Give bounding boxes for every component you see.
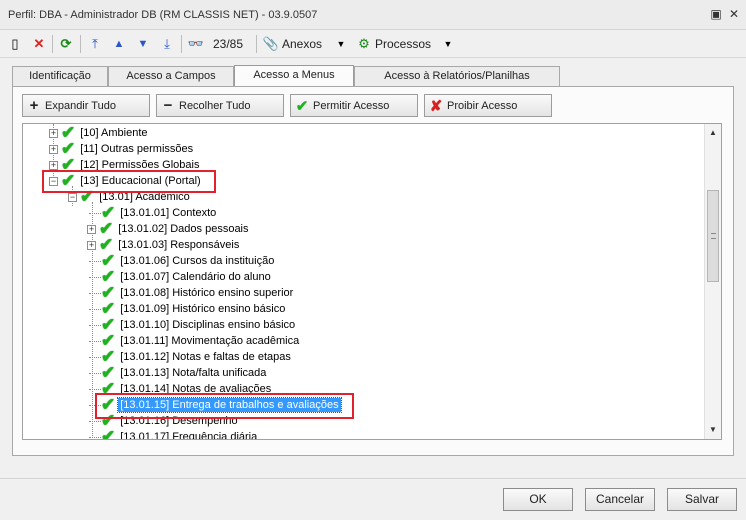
- footer-separator: [0, 478, 746, 479]
- expand-icon[interactable]: +: [49, 144, 58, 154]
- collapse-all-button[interactable]: − Recolher Tudo: [156, 94, 284, 117]
- tree-node-label: [13.01.13] Nota/falta unificada: [120, 367, 267, 379]
- highlight-box: [95, 393, 354, 419]
- deny-access-label: Proibir Acesso: [447, 99, 518, 112]
- tree-connector: [89, 260, 101, 262]
- tree-node[interactable]: ✔ [13.01.06] Cursos da instituição: [89, 252, 276, 269]
- tree-connector: [89, 276, 101, 278]
- tab-acesso-relatorios[interactable]: Acesso à Relatórios/Planilhas: [354, 66, 560, 86]
- tree-node-label: [13.01.11] Movimentação acadêmica: [120, 335, 300, 347]
- tree-node-label: [13.01.07] Calendário do aluno: [120, 271, 271, 283]
- tree-connector: [89, 308, 101, 310]
- tree-node-label: [13.01.08] Histórico ensino superior: [120, 287, 294, 299]
- tree-connector: [89, 436, 101, 438]
- anexos-dropdown-icon[interactable]: ▼: [334, 34, 348, 54]
- tree-node[interactable]: ✔ [13.01.13] Nota/falta unificada: [89, 364, 268, 381]
- deny-access-button[interactable]: ✘ Proibir Acesso: [424, 94, 552, 117]
- check-icon[interactable]: ✔: [101, 428, 115, 439]
- tree-node-label: [10] Ambiente: [80, 127, 148, 139]
- check-icon: ✔: [295, 97, 309, 115]
- tree-node-label: [13.01.10] Disciplinas ensino básico: [120, 319, 296, 331]
- paperclip-icon: 📎: [262, 36, 280, 51]
- scroll-up-icon[interactable]: ▲: [705, 125, 721, 141]
- tree-connector: [89, 292, 101, 294]
- tree-node-label: [13.01.02] Dados pessoais: [118, 223, 249, 235]
- tree-node[interactable]: ✔ [13.01.11] Movimentação acadêmica: [89, 332, 301, 349]
- next-record-icon[interactable]: ▼: [134, 34, 152, 54]
- tree-node-label: [13.01.03] Responsáveis: [118, 239, 240, 251]
- expand-all-label: Expandir Tudo: [45, 99, 116, 112]
- scroll-thumb[interactable]: [707, 190, 719, 282]
- allow-access-label: Permitir Acesso: [313, 99, 390, 112]
- tree-node[interactable]: ✔ [13.01.12] Notas e faltas de etapas: [89, 348, 293, 365]
- tree-node-label: [13.01.09] Histórico ensino básico: [120, 303, 286, 315]
- first-record-icon[interactable]: ⤒: [86, 34, 104, 54]
- maximize-icon[interactable]: ▣: [708, 6, 724, 22]
- expand-all-button[interactable]: + Expandir Tudo: [22, 94, 150, 117]
- toolbar-separator: [181, 35, 182, 53]
- tree-node[interactable]: ✔ [13.01.07] Calendário do aluno: [89, 268, 273, 285]
- tree-connector: [89, 372, 101, 374]
- gears-icon: ⚙: [358, 36, 370, 51]
- close-icon[interactable]: ✕: [726, 6, 742, 22]
- tree-node-label: [11] Outras permissões: [80, 143, 194, 155]
- tree-connector: [89, 388, 101, 390]
- new-icon[interactable]: ▯: [6, 34, 24, 54]
- tree-node-label: [13.01.17] Frequência diária: [120, 431, 258, 440]
- allow-access-button[interactable]: ✔ Permitir Acesso: [290, 94, 418, 117]
- tab-acesso-menus[interactable]: Acesso a Menus: [234, 65, 354, 86]
- tree-node-label: [13.01.01] Contexto: [120, 207, 217, 219]
- anexos-menu[interactable]: Anexos: [282, 34, 330, 54]
- vertical-scrollbar[interactable]: ▲ ▼: [704, 124, 721, 439]
- expand-icon[interactable]: +: [87, 224, 96, 234]
- processos-dropdown-icon[interactable]: ▼: [441, 34, 455, 54]
- tree-node-label: [13.01.06] Cursos da instituição: [120, 255, 275, 267]
- processos-menu[interactable]: Processos: [375, 34, 439, 54]
- tree-connector: [89, 324, 101, 326]
- highlight-box: [42, 170, 216, 193]
- tree-connector: [89, 420, 101, 422]
- expand-icon[interactable]: +: [49, 160, 58, 170]
- tree-node[interactable]: ✔ [13.01.17] Frequência diária: [89, 428, 259, 440]
- collapse-all-label: Recolher Tudo: [179, 99, 251, 112]
- window-title: Perfil: DBA - Administrador DB (RM CLASS…: [8, 9, 318, 21]
- toolbar: ▯ ✕ ⟳ ⤒ ▲ ▼ ⤓ 👓 23/85 📎 Anexos ▼ ⚙ Proce…: [0, 30, 746, 58]
- minus-icon: −: [163, 97, 173, 114]
- toolbar-separator: [80, 35, 81, 53]
- title-bar: Perfil: DBA - Administrador DB (RM CLASS…: [0, 0, 746, 30]
- save-button[interactable]: Salvar: [667, 488, 737, 511]
- tab-identificacao[interactable]: Identificação: [12, 66, 108, 86]
- tree-connector: [89, 340, 101, 342]
- ok-button[interactable]: OK: [503, 488, 573, 511]
- expand-icon[interactable]: +: [87, 240, 96, 250]
- last-record-icon[interactable]: ⤓: [158, 34, 176, 54]
- tree-node[interactable]: ✔ [13.01.10] Disciplinas ensino básico: [89, 316, 297, 333]
- plus-icon: +: [29, 97, 39, 114]
- collapse-icon[interactable]: −: [68, 192, 77, 202]
- tab-acesso-campos[interactable]: Acesso a Campos: [108, 66, 234, 86]
- tree-node-label: [13.01.12] Notas e faltas de etapas: [120, 351, 291, 363]
- tree-node[interactable]: ✔ [13.01.09] Histórico ensino básico: [89, 300, 287, 317]
- tree-connector: [89, 212, 101, 214]
- tree-node[interactable]: ✔ [13.01.08] Histórico ensino superior: [89, 284, 295, 301]
- toolbar-separator: [256, 35, 257, 53]
- scroll-down-icon[interactable]: ▼: [705, 422, 721, 438]
- x-icon: ✘: [429, 97, 443, 115]
- binoculars-icon[interactable]: 👓: [186, 34, 206, 54]
- toolbar-separator: [52, 35, 53, 53]
- cancel-button[interactable]: Cancelar: [585, 488, 655, 511]
- delete-icon[interactable]: ✕: [30, 34, 48, 54]
- record-counter: 23/85: [212, 37, 244, 51]
- previous-record-icon[interactable]: ▲: [110, 34, 128, 54]
- refresh-icon[interactable]: ⟳: [57, 34, 75, 54]
- expand-icon[interactable]: +: [49, 128, 58, 138]
- tree-connector: [89, 356, 101, 358]
- grip-icon: [711, 233, 716, 239]
